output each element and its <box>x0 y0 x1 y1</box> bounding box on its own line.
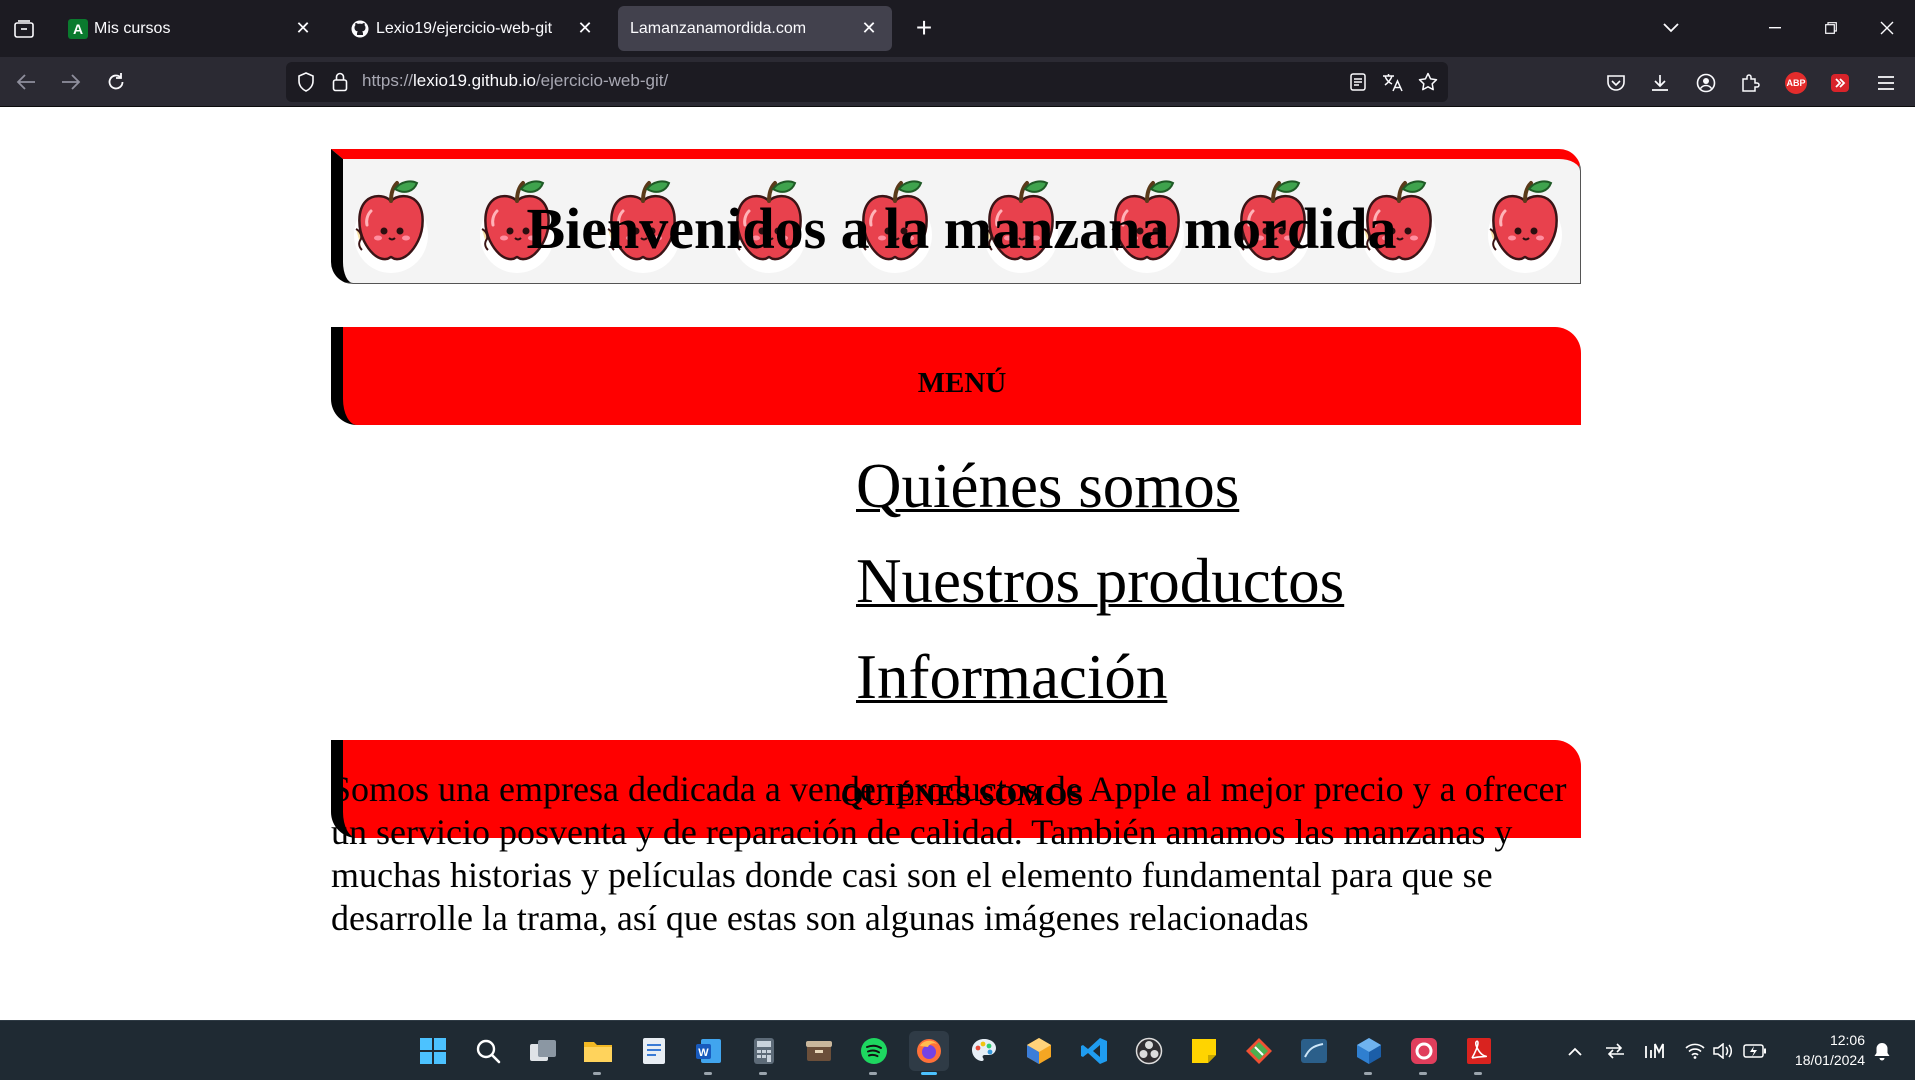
about-paragraph: Somos una empresa dedicada a vender prod… <box>331 769 1567 938</box>
start-windows-icon[interactable] <box>413 1031 453 1071</box>
clock-date: 18/01/2024 <box>1794 1052 1865 1068</box>
windows-taskbar: W 12:06 18/01/2024 <box>0 1020 1915 1080</box>
git-gui-icon[interactable] <box>1239 1031 1279 1071</box>
downloads-icon[interactable] <box>1644 67 1676 99</box>
translate-icon[interactable] <box>1381 70 1405 94</box>
page-title: Bienvenidos a la manzana mordida <box>526 196 1397 261</box>
vscode-icon[interactable] <box>1074 1031 1114 1071</box>
menu-link-quienes-somos[interactable]: Quiénes somos <box>856 450 1239 523</box>
tab-title: Lamanzanamordida.com <box>630 19 807 37</box>
video-downloader-extension-icon[interactable] <box>1824 67 1856 99</box>
notifications-bell-icon[interactable] <box>1870 1039 1894 1063</box>
moodle-favicon-icon: A <box>68 18 88 39</box>
system-monitor-icon[interactable] <box>1643 1039 1667 1063</box>
svg-text:W: W <box>698 1047 709 1059</box>
url-host: lexio19.github.io <box>413 71 536 90</box>
tab-title: Lexio19/ejercicio-web-git <box>376 19 553 37</box>
minimize-window-icon[interactable] <box>1754 8 1796 48</box>
reload-button[interactable] <box>98 64 134 100</box>
battery-charging-icon[interactable] <box>1743 1039 1767 1063</box>
tab-github[interactable]: Lexio19/ejercicio-web-git ✕ <box>338 6 608 51</box>
calculator-icon[interactable] <box>744 1031 784 1075</box>
reload-icon <box>108 73 124 90</box>
forward-arrow-icon <box>62 74 81 90</box>
new-tab-button[interactable]: + <box>908 12 940 44</box>
back-arrow-icon <box>16 74 35 90</box>
task-view-icon[interactable] <box>523 1031 563 1071</box>
bookmark-star-icon[interactable] <box>1416 70 1440 94</box>
menu-header-bar: MENÚ <box>331 327 1581 425</box>
restore-window-icon[interactable] <box>1810 8 1852 48</box>
spotify-icon[interactable] <box>854 1031 894 1075</box>
navigation-toolbar: https://lexio19.github.io/ejercicio-web-… <box>0 57 1915 107</box>
sticky-notes-icon[interactable] <box>1184 1031 1224 1071</box>
lock-icon[interactable] <box>328 70 352 94</box>
close-window-icon[interactable] <box>1866 8 1908 48</box>
adblock-badge: ABP <box>1785 72 1807 94</box>
tab-lamanzanamordida[interactable]: Lamanzanamordida.com ✕ <box>618 6 892 51</box>
forward-button[interactable] <box>53 64 89 100</box>
close-tab-icon[interactable]: ✕ <box>574 18 596 40</box>
tracking-protection-shield-icon[interactable] <box>294 70 318 94</box>
acrobat-reader-icon[interactable] <box>1459 1031 1499 1075</box>
back-button[interactable] <box>8 64 44 100</box>
obs-studio-icon[interactable] <box>1129 1031 1169 1071</box>
screen-recorder-icon[interactable] <box>1404 1031 1444 1075</box>
archive-app-icon[interactable] <box>799 1031 839 1071</box>
url-path: /ejercicio-web-git/ <box>535 71 669 90</box>
page-viewport: Bienvenidos a la manzana mordida MENÚ Qu… <box>0 107 1915 1020</box>
url-bar[interactable]: https://lexio19.github.io/ejercicio-web-… <box>286 62 1448 102</box>
clock[interactable]: 12:06 18/01/2024 <box>1775 1030 1865 1070</box>
firefox-view-icon <box>14 20 34 38</box>
tab-bar: A Mis cursos ✕ Lexio19/ejercicio-web-git… <box>0 0 1915 57</box>
tab-title: Mis cursos <box>94 19 171 37</box>
word-icon[interactable]: W <box>689 1031 729 1075</box>
pocket-icon[interactable] <box>1600 67 1632 99</box>
github-favicon-icon <box>350 19 370 39</box>
file-explorer-icon[interactable] <box>578 1031 618 1075</box>
notepad-icon[interactable] <box>634 1031 674 1071</box>
paint-icon[interactable] <box>964 1031 1004 1071</box>
3d-cube-app-icon[interactable] <box>1019 1031 1059 1071</box>
clock-time: 12:06 <box>1829 1032 1865 1048</box>
url-text[interactable]: https://lexio19.github.io/ejercicio-web-… <box>362 71 668 91</box>
wifi-icon[interactable] <box>1683 1039 1707 1063</box>
adblock-plus-icon[interactable]: ABP <box>1780 67 1812 99</box>
tab-mis-cursos[interactable]: A Mis cursos ✕ <box>56 6 326 51</box>
app-menu-hamburger-icon[interactable] <box>1870 67 1902 99</box>
header-banner: Bienvenidos a la manzana mordida <box>331 149 1581 284</box>
show-hidden-icons-chevron-icon[interactable] <box>1563 1039 1587 1063</box>
close-tab-icon[interactable]: ✕ <box>292 18 314 40</box>
reader-view-icon[interactable] <box>1346 70 1370 94</box>
virtualbox-icon[interactable] <box>1349 1031 1389 1075</box>
search-icon[interactable] <box>468 1031 508 1071</box>
menu-link-informacion[interactable]: Información <box>856 641 1167 714</box>
volume-icon[interactable] <box>1711 1039 1735 1063</box>
list-all-tabs-chevron-icon[interactable] <box>1650 8 1692 48</box>
extensions-puzzle-icon[interactable] <box>1734 67 1766 99</box>
firefox-taskbar-icon[interactable] <box>909 1031 949 1075</box>
network-transfer-icon[interactable] <box>1603 1039 1627 1063</box>
menu-heading: MENÚ <box>917 366 1007 399</box>
firefox-view-button[interactable] <box>4 9 44 49</box>
account-icon[interactable] <box>1690 67 1722 99</box>
menu-link-nuestros-productos[interactable]: Nuestros productos <box>856 545 1344 618</box>
url-scheme: https:// <box>362 71 414 90</box>
mysql-workbench-icon[interactable] <box>1294 1031 1334 1071</box>
close-tab-icon[interactable]: ✕ <box>858 18 880 40</box>
